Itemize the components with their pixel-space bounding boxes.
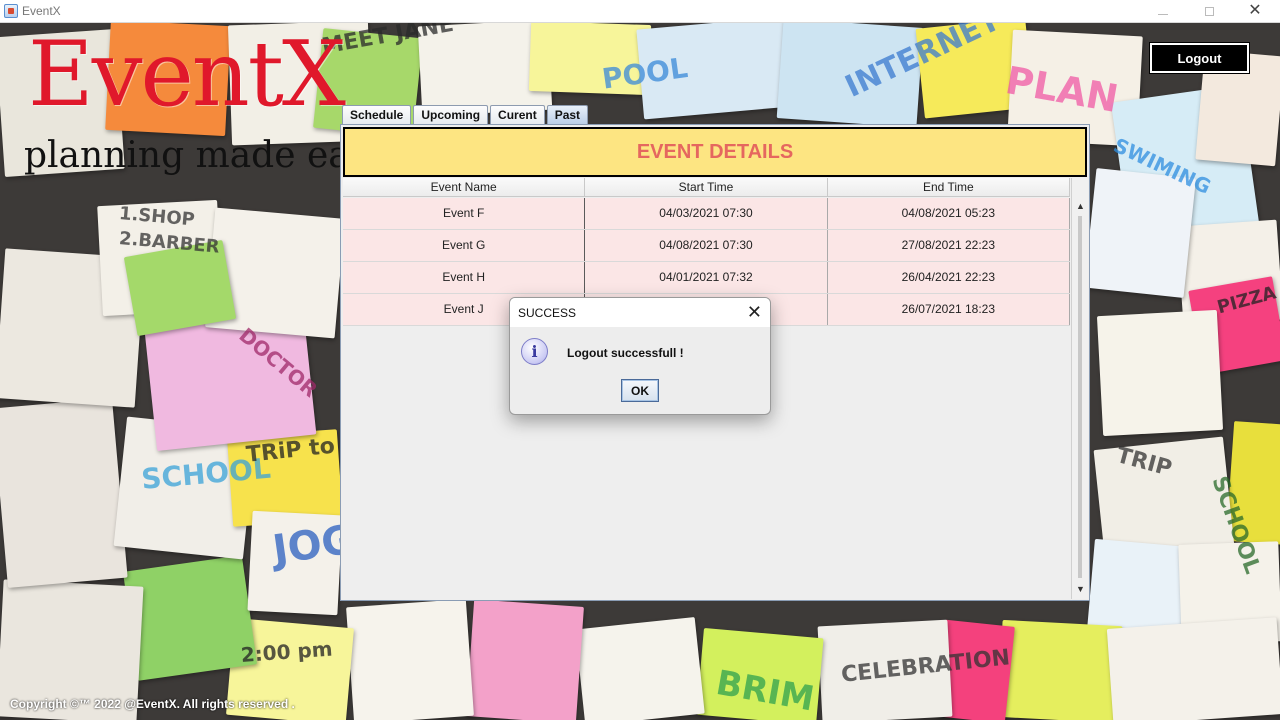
- vertical-scrollbar[interactable]: ▲ ▼: [1071, 178, 1088, 599]
- window-titlebar: EventX ✕: [0, 0, 1280, 23]
- maximize-button[interactable]: [1186, 0, 1232, 23]
- info-icon: i: [521, 338, 548, 365]
- cell-end-time[interactable]: 04/08/2021 05:23: [828, 198, 1070, 229]
- cell-end-time[interactable]: 26/04/2021 22:23: [828, 262, 1070, 293]
- cell-event-name[interactable]: Event G: [343, 230, 586, 261]
- logout-button[interactable]: Logout: [1149, 42, 1250, 74]
- tab-upcoming[interactable]: Upcoming: [413, 105, 489, 125]
- column-header-event-name[interactable]: Event Name: [343, 178, 586, 196]
- dialog-title: SUCCESS: [518, 306, 577, 320]
- dialog-close-icon[interactable]: ✕: [747, 301, 762, 323]
- success-dialog: SUCCESS ✕ i Logout successfull ! OK: [509, 297, 771, 415]
- brand-logo-title: EventX: [28, 22, 346, 127]
- ok-button[interactable]: OK: [621, 379, 659, 402]
- event-details-heading: EVENT DETAILS: [343, 127, 1087, 177]
- event-tabs: Schedule Upcoming Curent Past: [342, 105, 590, 125]
- cell-start-time[interactable]: 04/08/2021 07:30: [585, 230, 828, 261]
- cell-event-name[interactable]: Event F: [343, 198, 586, 229]
- cell-start-time[interactable]: 04/01/2021 07:32: [585, 262, 828, 293]
- copyright-footer: Copyright ©™ 2022 @EventX. All rights re…: [10, 697, 295, 711]
- table-row[interactable]: Event H 04/01/2021 07:32 26/04/2021 22:2…: [343, 262, 1070, 294]
- cell-end-time[interactable]: 27/08/2021 22:23: [828, 230, 1070, 261]
- dialog-titlebar: SUCCESS ✕: [510, 298, 770, 327]
- dialog-message: Logout successfull !: [567, 346, 684, 360]
- scroll-up-arrow-icon[interactable]: ▲: [1072, 198, 1089, 214]
- cell-end-time[interactable]: 26/07/2021 18:23: [828, 294, 1070, 325]
- java-app-icon: [4, 4, 18, 18]
- tab-past[interactable]: Past: [546, 105, 589, 125]
- table-row[interactable]: Event F 04/03/2021 07:30 04/08/2021 05:2…: [343, 198, 1070, 230]
- column-header-end-time[interactable]: End Time: [828, 178, 1070, 196]
- cell-start-time[interactable]: 04/03/2021 07:30: [585, 198, 828, 229]
- cell-event-name[interactable]: Event H: [343, 262, 586, 293]
- tab-current[interactable]: Curent: [490, 105, 545, 125]
- tab-schedule[interactable]: Schedule: [342, 105, 412, 125]
- column-header-start-time[interactable]: Start Time: [585, 178, 828, 196]
- window-title: EventX: [22, 4, 61, 18]
- minimize-button[interactable]: [1140, 0, 1186, 23]
- maximize-icon: [1204, 7, 1214, 16]
- window-close-button[interactable]: ✕: [1232, 0, 1278, 23]
- scrollbar-track[interactable]: [1078, 216, 1082, 578]
- table-header: Event Name Start Time End Time: [343, 178, 1070, 197]
- brand-tagline: planning made easy: [24, 135, 389, 176]
- scroll-down-arrow-icon[interactable]: ▼: [1072, 581, 1089, 597]
- table-row[interactable]: Event G 04/08/2021 07:30 27/08/2021 22:2…: [343, 230, 1070, 262]
- minimize-icon: [1158, 14, 1168, 15]
